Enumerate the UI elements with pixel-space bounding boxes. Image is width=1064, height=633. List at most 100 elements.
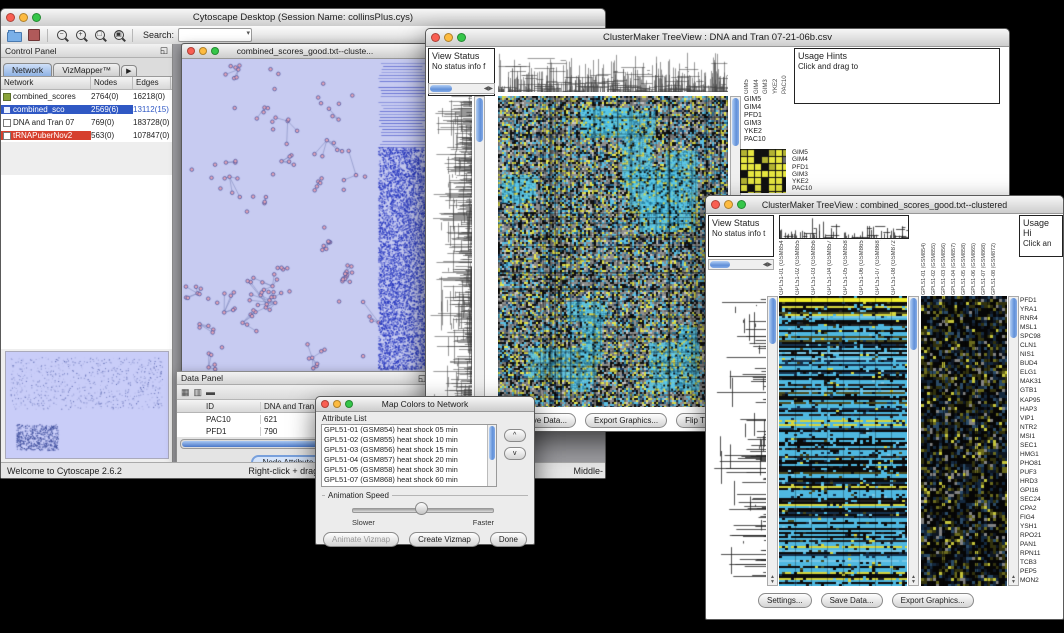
- gene-label[interactable]: YRA1: [1020, 305, 1063, 314]
- gene-label[interactable]: GIM5: [744, 96, 790, 104]
- selected-heatmap-canvas[interactable]: [921, 296, 1007, 586]
- animate-vizmap-button[interactable]: Animate Vizmap: [323, 532, 399, 547]
- gene-label[interactable]: RPO21: [1020, 531, 1063, 540]
- minimize-button[interactable]: [444, 33, 453, 42]
- array-label[interactable]: YKE2: [773, 48, 783, 94]
- gene-label[interactable]: PAN1: [1020, 540, 1063, 549]
- scrollbar-thumb[interactable]: [910, 298, 917, 350]
- gene-label[interactable]: TCB3: [1020, 558, 1063, 567]
- treeview-button[interactable]: Save Data...: [821, 593, 883, 608]
- array-dendrogram-canvas[interactable]: [779, 215, 909, 239]
- gene-label[interactable]: FIG4: [1020, 513, 1063, 522]
- close-button[interactable]: [6, 13, 15, 22]
- gene-label[interactable]: SPC98: [1020, 332, 1063, 341]
- float-panel-icon[interactable]: ◱: [160, 45, 168, 56]
- array-label[interactable]: GPL51-04 (GSM857): [827, 240, 843, 295]
- gene-label[interactable]: SEC1: [1020, 441, 1063, 450]
- gene-label[interactable]: PEP5: [1020, 567, 1063, 576]
- attribute-list-item[interactable]: GPL51-04 (GSM857) heat shock 20 min: [322, 455, 496, 465]
- gene-label[interactable]: VIP1: [1020, 414, 1063, 423]
- attribute-list-item[interactable]: GPL51-01 (GSM854) heat shock 05 min: [322, 425, 496, 435]
- close-button[interactable]: [431, 33, 440, 42]
- treeview-button[interactable]: Settings...: [758, 593, 812, 608]
- tab-overflow-icon[interactable]: ▶: [121, 65, 136, 76]
- network-overview-thumbnail[interactable]: [5, 351, 169, 459]
- gene-label[interactable]: MAK31: [1020, 377, 1063, 386]
- gene-label[interactable]: NIS1: [1020, 350, 1063, 359]
- gene-label[interactable]: PUF3: [1020, 468, 1063, 477]
- gene-label[interactable]: MSI1: [1020, 432, 1063, 441]
- scrollbar-thumb[interactable]: [732, 98, 739, 146]
- close-button[interactable]: [321, 400, 329, 408]
- selection-scrollbar[interactable]: ▲▼: [1008, 296, 1019, 586]
- zoom-window-button[interactable]: [32, 13, 41, 22]
- dendrogram-scrollbar[interactable]: ▲▼: [474, 96, 485, 407]
- network-row[interactable]: combined_scores 2764(0) 16218(0): [1, 90, 172, 103]
- network-canvas[interactable]: [182, 59, 428, 371]
- attribute-list[interactable]: GPL51-01 (GSM854) heat shock 05 minGPL51…: [321, 424, 497, 487]
- gene-label[interactable]: SEC24: [1020, 495, 1063, 504]
- zoom-out-button[interactable]: −: [54, 28, 69, 42]
- gene-label[interactable]: PHO81: [1020, 459, 1063, 468]
- heatmap-scrollbar[interactable]: ▲▼: [908, 296, 919, 586]
- move-up-button[interactable]: ^: [504, 429, 526, 442]
- scroll-down-icon[interactable]: ▼: [770, 579, 775, 585]
- gene-label[interactable]: GIM4: [744, 104, 790, 112]
- column-edges[interactable]: Edges: [133, 77, 171, 89]
- heatmap-canvas[interactable]: [498, 96, 728, 407]
- data-panel-header[interactable]: Data Panel ◱: [177, 372, 430, 385]
- create-attribute-icon[interactable]: ▥: [194, 387, 203, 398]
- scrollbar-thumb[interactable]: [710, 261, 730, 268]
- gene-label[interactable]: KAP95: [1020, 396, 1063, 405]
- zoom-window-button[interactable]: [457, 33, 466, 42]
- array-label[interactable]: GPL51-06 (GSM865): [859, 240, 875, 295]
- gene-label[interactable]: BUD4: [1020, 359, 1063, 368]
- array-label[interactable]: GPL51-03 (GSM856): [941, 240, 951, 295]
- array-label[interactable]: GPL51-03 (GSM856): [811, 240, 827, 295]
- zoom-window-button[interactable]: [211, 47, 219, 55]
- array-label[interactable]: GPL51-02 (GSM855): [931, 240, 941, 295]
- scroll-down-icon[interactable]: ▼: [911, 579, 916, 585]
- attribute-list-item[interactable]: GPL51-03 (GSM856) heat shock 15 min: [322, 445, 496, 455]
- network-row[interactable]: DNA and Tran 07 769(0) 183728(0): [1, 116, 172, 129]
- array-label[interactable]: GIM4: [754, 48, 764, 94]
- gene-label[interactable]: PFD1: [1020, 296, 1063, 305]
- horizontal-scrollbar[interactable]: ◀▶: [708, 259, 774, 270]
- zoom-fit-button[interactable]: □: [92, 28, 107, 42]
- open-session-button[interactable]: [7, 28, 22, 42]
- gene-label[interactable]: ELG1: [1020, 368, 1063, 377]
- tab-network[interactable]: Network: [3, 63, 52, 76]
- gene-label[interactable]: MON2: [1020, 576, 1063, 585]
- array-label[interactable]: GPL51-08 (GSM872): [891, 240, 907, 295]
- move-down-button[interactable]: v: [504, 447, 526, 460]
- done-button[interactable]: Done: [490, 532, 527, 547]
- array-label[interactable]: GPL51-06 (GSM865): [971, 240, 981, 295]
- minimize-button[interactable]: [199, 47, 207, 55]
- gene-dendrogram-canvas[interactable]: [428, 96, 472, 407]
- attribute-list-item[interactable]: GPL51-07 (GSM868) heat shock 60 min: [322, 475, 496, 485]
- network-view-titlebar[interactable]: combined_scores_good.txt--cluste...: [182, 44, 428, 59]
- gene-label[interactable]: HMG1: [1020, 450, 1063, 459]
- scroll-down-icon[interactable]: ▼: [1011, 579, 1016, 585]
- tab-vizmapper[interactable]: VizMapper™: [53, 63, 120, 76]
- minimize-button[interactable]: [19, 13, 28, 22]
- array-label[interactable]: GPL51-02 (GSM855): [795, 240, 811, 295]
- scrollbar-thumb[interactable]: [769, 298, 776, 344]
- zoom-selected-button[interactable]: ▣: [111, 28, 126, 42]
- attribute-list-item[interactable]: GPL51-05 (GSM858) heat shock 30 min: [322, 465, 496, 475]
- column-network[interactable]: Network: [1, 77, 91, 89]
- save-session-button[interactable]: [26, 28, 41, 42]
- scroll-right-icon[interactable]: ▶: [488, 86, 493, 92]
- network-row-selected[interactable]: combined_sco 2569(6) 13112(15): [1, 103, 172, 116]
- gene-label[interactable]: RPN11: [1020, 549, 1063, 558]
- zoom-window-button[interactable]: [737, 200, 746, 209]
- dendrogram-scrollbar[interactable]: ▲▼: [767, 296, 778, 586]
- scrollbar-thumb[interactable]: [489, 426, 495, 460]
- array-label[interactable]: GIM5: [744, 48, 754, 94]
- scrollbar-thumb[interactable]: [430, 85, 452, 92]
- gene-label[interactable]: HAP3: [1020, 405, 1063, 414]
- create-vizmap-button[interactable]: Create Vizmap: [409, 532, 480, 547]
- gene-label[interactable]: YSH1: [1020, 522, 1063, 531]
- gene-label[interactable]: RNR4: [1020, 314, 1063, 323]
- attribute-list-item[interactable]: GPL51-02 (GSM855) heat shock 10 min: [322, 435, 496, 445]
